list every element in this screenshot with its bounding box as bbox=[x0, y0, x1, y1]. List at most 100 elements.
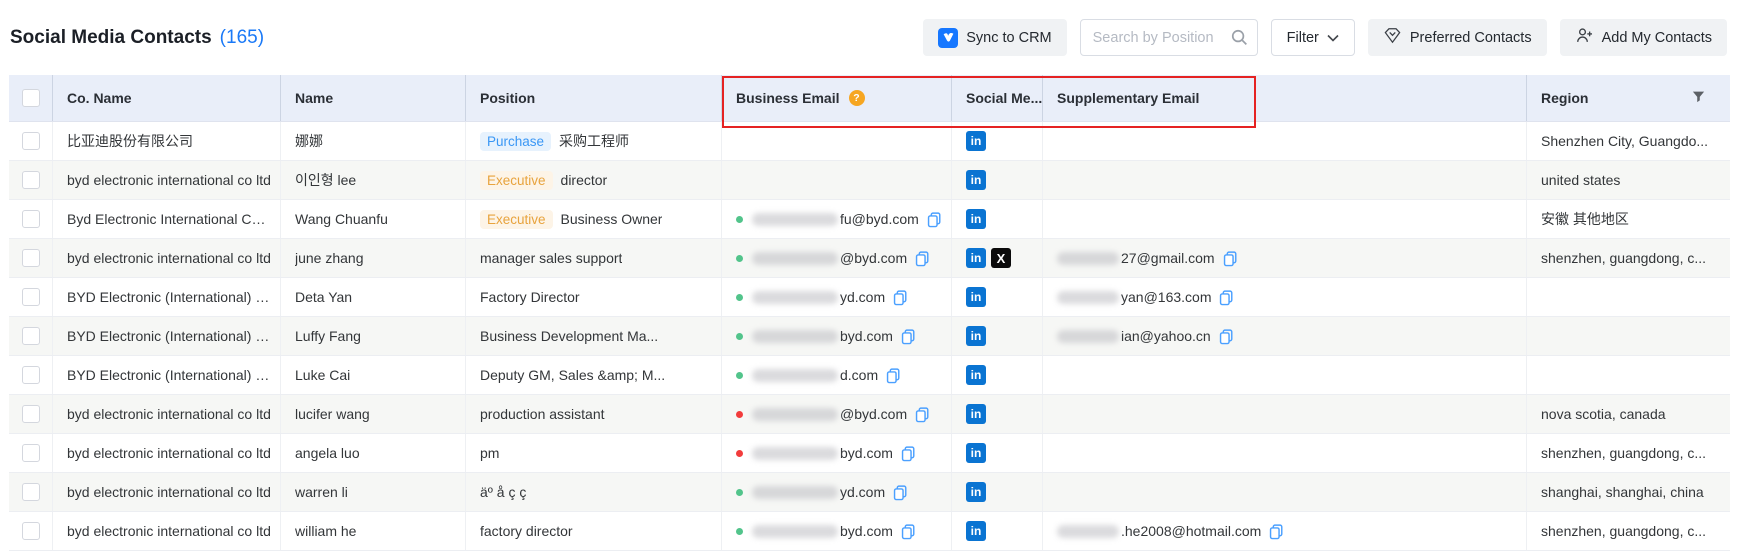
contact-name: lucifer wang bbox=[295, 406, 370, 422]
linkedin-icon[interactable]: in bbox=[966, 365, 986, 385]
sync-to-crm-button[interactable]: Sync to CRM bbox=[923, 19, 1066, 56]
position-cell: pm bbox=[466, 434, 722, 472]
business-email-cell bbox=[722, 122, 952, 160]
linkedin-icon[interactable]: in bbox=[966, 248, 986, 268]
row-checkbox[interactable] bbox=[22, 366, 40, 384]
row-checkbox[interactable] bbox=[22, 171, 40, 189]
name-cell: 이인형 lee bbox=[281, 161, 466, 199]
copy-icon[interactable] bbox=[1268, 523, 1285, 540]
table-row: 比亚迪股份有限公司娜娜Purchase采购工程师inShenzhen City,… bbox=[9, 122, 1730, 161]
name-cell: june zhang bbox=[281, 239, 466, 277]
page-title-wrap: Social Media Contacts (165) bbox=[10, 27, 264, 49]
email-fragment: byd.com bbox=[840, 445, 893, 461]
business-email-cell: byd.com bbox=[722, 512, 952, 550]
contact-name: Wang Chuanfu bbox=[295, 211, 388, 227]
table-row: BYD Electronic (International) C...Luke … bbox=[9, 356, 1730, 395]
region-cell: united states bbox=[1527, 161, 1730, 199]
header-social-label: Social Me... bbox=[966, 90, 1042, 106]
contact-name: william he bbox=[295, 523, 356, 539]
preferred-contacts-button[interactable]: Preferred Contacts bbox=[1368, 19, 1547, 56]
header-region-label: Region bbox=[1541, 90, 1588, 106]
masked-email-blur bbox=[752, 525, 838, 538]
masked-email-blur bbox=[752, 447, 838, 460]
company-cell: BYD Electronic (International) C... bbox=[53, 278, 281, 316]
row-select-cell bbox=[9, 317, 53, 355]
masked-email-blur bbox=[752, 369, 838, 382]
copy-icon[interactable] bbox=[926, 211, 943, 228]
row-checkbox[interactable] bbox=[22, 327, 40, 345]
supplementary-email-cell bbox=[1043, 200, 1527, 238]
company-cell: BYD Electronic (International) C... bbox=[53, 356, 281, 394]
table-row: Byd Electronic International Co ...Wang … bbox=[9, 200, 1730, 239]
filter-button[interactable]: Filter bbox=[1271, 19, 1355, 56]
region-text: united states bbox=[1541, 172, 1620, 188]
copy-icon[interactable] bbox=[885, 367, 902, 384]
masked-email-blur bbox=[1057, 252, 1119, 265]
company-name: BYD Electronic (International) C... bbox=[67, 328, 272, 344]
social-media-cell: in bbox=[952, 200, 1043, 238]
linkedin-icon[interactable]: in bbox=[966, 170, 986, 190]
supplementary-email-cell bbox=[1043, 161, 1527, 199]
supplementary-email-cell: 27@gmail.com bbox=[1043, 239, 1527, 277]
linkedin-icon[interactable]: in bbox=[966, 404, 986, 424]
position-cell: manager sales support bbox=[466, 239, 722, 277]
copy-icon[interactable] bbox=[900, 523, 917, 540]
select-all-checkbox[interactable] bbox=[22, 89, 40, 107]
row-checkbox[interactable] bbox=[22, 522, 40, 540]
masked-email-blur bbox=[752, 213, 838, 226]
linkedin-icon[interactable]: in bbox=[966, 443, 986, 463]
copy-icon[interactable] bbox=[914, 406, 931, 423]
row-checkbox[interactable] bbox=[22, 249, 40, 267]
linkedin-icon[interactable]: in bbox=[966, 521, 986, 541]
social-media-cell: in bbox=[952, 512, 1043, 550]
name-cell: angela luo bbox=[281, 434, 466, 472]
header-region: Region bbox=[1527, 75, 1730, 121]
green-status-dot bbox=[736, 294, 743, 301]
row-checkbox[interactable] bbox=[22, 210, 40, 228]
help-icon[interactable]: ? bbox=[849, 90, 865, 106]
table-header-row: Co. Name Name Position Business Email ? … bbox=[9, 75, 1730, 122]
copy-icon[interactable] bbox=[900, 328, 917, 345]
position-cell: Executivedirector bbox=[466, 161, 722, 199]
position-text: äº å ç ç bbox=[480, 484, 526, 500]
linkedin-icon[interactable]: in bbox=[966, 209, 986, 229]
company-cell: byd electronic international co ltd bbox=[53, 512, 281, 550]
contact-name: Luffy Fang bbox=[295, 328, 361, 344]
social-media-cell: in bbox=[952, 395, 1043, 433]
name-cell: william he bbox=[281, 512, 466, 550]
copy-icon[interactable] bbox=[892, 289, 909, 306]
linkedin-icon[interactable]: in bbox=[966, 482, 986, 502]
region-filter-funnel-icon[interactable] bbox=[1691, 89, 1706, 107]
copy-icon[interactable] bbox=[1218, 328, 1235, 345]
region-text: shenzhen, guangdong, c... bbox=[1541, 523, 1706, 539]
copy-icon[interactable] bbox=[1222, 250, 1239, 267]
row-checkbox[interactable] bbox=[22, 483, 40, 501]
header-company: Co. Name bbox=[53, 75, 281, 121]
linkedin-icon[interactable]: in bbox=[966, 326, 986, 346]
linkedin-icon[interactable]: in bbox=[966, 287, 986, 307]
region-cell bbox=[1527, 356, 1730, 394]
copy-icon[interactable] bbox=[1218, 289, 1235, 306]
row-checkbox[interactable] bbox=[22, 444, 40, 462]
copy-icon[interactable] bbox=[900, 445, 917, 462]
position-cell: factory director bbox=[466, 512, 722, 550]
name-cell: Luffy Fang bbox=[281, 317, 466, 355]
position-cell: Purchase采购工程师 bbox=[466, 122, 722, 160]
add-my-contacts-button[interactable]: Add My Contacts bbox=[1560, 19, 1727, 56]
copy-icon[interactable] bbox=[892, 484, 909, 501]
person-plus-icon bbox=[1575, 26, 1594, 49]
row-checkbox[interactable] bbox=[22, 405, 40, 423]
business-email-cell: byd.com bbox=[722, 434, 952, 472]
linkedin-icon[interactable]: in bbox=[966, 131, 986, 151]
social-media-cell: in bbox=[952, 473, 1043, 511]
company-name: byd electronic international co ltd bbox=[67, 445, 271, 461]
copy-icon[interactable] bbox=[914, 250, 931, 267]
table-row: BYD Electronic (International) C...Deta … bbox=[9, 278, 1730, 317]
row-checkbox[interactable] bbox=[22, 288, 40, 306]
business-email-cell: byd.com bbox=[722, 317, 952, 355]
x-twitter-icon[interactable]: X bbox=[991, 248, 1011, 268]
business-email-cell: @byd.com bbox=[722, 239, 952, 277]
row-checkbox[interactable] bbox=[22, 132, 40, 150]
region-cell bbox=[1527, 317, 1730, 355]
green-status-dot bbox=[736, 489, 743, 496]
